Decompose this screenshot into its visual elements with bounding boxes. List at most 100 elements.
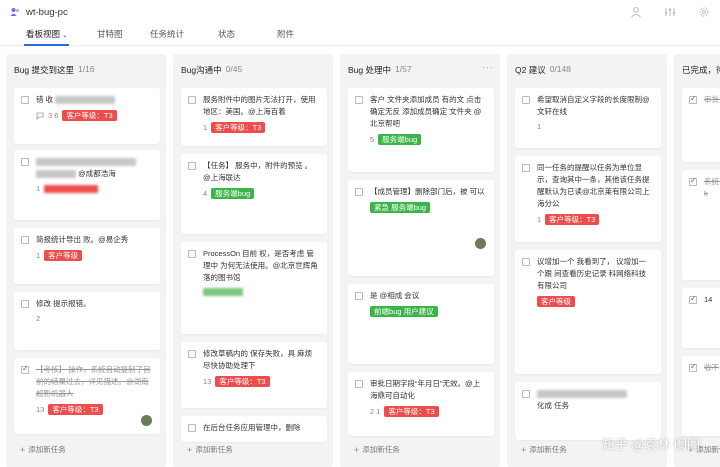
project-name[interactable]: wt-bug-pc bbox=[26, 7, 68, 18]
task-checkbox[interactable] bbox=[355, 96, 363, 104]
task-card[interactable]: 在后台任务应用管理中，删除 bbox=[181, 416, 327, 442]
task-meta: 1 bbox=[36, 184, 41, 193]
task-title: 审批 子 bbox=[704, 95, 720, 104]
task-checkbox[interactable] bbox=[21, 96, 29, 104]
tab-status[interactable]: 状态 bbox=[218, 28, 235, 46]
task-meta: 3 6 bbox=[48, 111, 59, 120]
task-card[interactable]: 14 bbox=[682, 288, 720, 348]
task-card[interactable]: @成都浩海 1 bbox=[14, 150, 160, 220]
task-checkbox[interactable] bbox=[689, 94, 697, 104]
task-checkbox[interactable] bbox=[689, 176, 697, 186]
task-title: ProcessOn 目前 权，是否考虑 管理中 为何无法使用。@北京世辉角落的图… bbox=[203, 249, 318, 282]
task-card[interactable]: 同一任务的提醒以任务为单位显示，查询其中一条，其他该任务提醒默认为已读@北京莱有… bbox=[515, 156, 661, 242]
task-title: @成都浩海 bbox=[78, 169, 116, 178]
column-title: Q2 建议 bbox=[515, 65, 546, 75]
task-meta: 1 bbox=[203, 123, 208, 132]
tab-statistics[interactable]: 任务统计 bbox=[150, 28, 184, 46]
task-checkbox[interactable] bbox=[689, 362, 697, 372]
task-card[interactable]: 希望取消自定义字段的长度限制@文轩在线 1 bbox=[515, 88, 661, 148]
avatar[interactable] bbox=[475, 238, 486, 249]
task-checkbox[interactable] bbox=[522, 258, 530, 266]
task-title: 错 收 bbox=[36, 95, 54, 104]
tab-attachments[interactable]: 附件 bbox=[277, 28, 294, 46]
task-card[interactable]: 系统 work bbox=[682, 170, 720, 280]
task-title: 在后台任务应用管理中，删除 bbox=[203, 423, 301, 432]
priority-tag: 客户等级：T3 bbox=[62, 110, 117, 121]
task-card[interactable]: 是 @相成 会议 前端bug 用户建议 bbox=[348, 284, 494, 364]
task-card[interactable]: 【成员管理】删除部门后，被 可以 紧急 服务端bug bbox=[348, 180, 494, 276]
task-checkbox[interactable] bbox=[355, 380, 363, 388]
avatar[interactable] bbox=[141, 415, 152, 426]
priority-tag: 客户等级：T3 bbox=[48, 404, 103, 415]
task-card[interactable]: 议增加一个 我看到了， 议增加一个跟 间查看历史记录 科网络科技有限公司 客户等… bbox=[515, 250, 661, 374]
comment-icon bbox=[36, 112, 44, 120]
task-checkbox[interactable] bbox=[188, 162, 196, 170]
task-checkbox[interactable] bbox=[188, 96, 196, 104]
task-checkbox[interactable] bbox=[689, 294, 697, 304]
task-card[interactable]: 服务附件中的图片无法打开，使用地区：美国。@上海百着 1 客户等级：T3 bbox=[181, 88, 327, 146]
task-card[interactable]: 修改 提示报错。 2 bbox=[14, 292, 160, 350]
column-title: Bug 处理中 bbox=[348, 65, 391, 75]
column-bug-submit: Bug 提交到这里 1/16 错 收 3 6 客户等级：T3 @成都浩海 1 简报统… bbox=[6, 54, 166, 467]
task-card[interactable]: 简报统计导出 败。@易企秀 1 客户等级 bbox=[14, 228, 160, 284]
column-title: Bug沟通中 bbox=[181, 65, 222, 75]
task-checkbox[interactable] bbox=[355, 292, 363, 300]
task-title: 审批日期字段“年月日”无效。@上海鼎可自动化 bbox=[370, 379, 481, 400]
column-count: 1/16 bbox=[78, 64, 95, 74]
task-title: 修改草稿内的 保存失败，具 麻烦尽快协助处理下 bbox=[203, 349, 313, 370]
filter-icon[interactable] bbox=[664, 6, 676, 18]
task-title: 【任务】 服务中，附件的预览 。@上海联达 bbox=[203, 161, 313, 182]
task-checkbox[interactable] bbox=[522, 96, 530, 104]
task-card[interactable]: 化成 任务 bbox=[515, 382, 661, 440]
category-tag: 服务端bug bbox=[211, 188, 255, 199]
plus-icon: + bbox=[187, 444, 193, 455]
task-card[interactable]: 审批日期字段“年月日”无效。@上海鼎可自动化 2 1 客户等级：T3 bbox=[348, 372, 494, 436]
task-checkbox[interactable] bbox=[188, 424, 196, 432]
task-card[interactable]: 收不 bbox=[682, 356, 720, 436]
user-icon[interactable] bbox=[630, 6, 642, 18]
task-checkbox[interactable] bbox=[21, 300, 29, 308]
plus-icon: + bbox=[354, 444, 360, 455]
add-task-button[interactable]: +添加新任务 bbox=[20, 444, 66, 455]
task-title: 客户 文件夹添加成员 有的文 点击确定无反 添加成员确定 文件夹 @北京帮吧 bbox=[370, 95, 482, 128]
kanban-board: Bug 提交到这里 1/16 错 收 3 6 客户等级：T3 @成都浩海 1 简报统… bbox=[0, 54, 720, 467]
task-checkbox[interactable] bbox=[21, 158, 29, 166]
task-checkbox[interactable] bbox=[522, 390, 530, 398]
task-card[interactable]: 【任务】 服务中，附件的预览 。@上海联达 4 服务端bug bbox=[181, 154, 327, 234]
task-meta: 13 bbox=[203, 377, 212, 386]
add-task-button[interactable]: +添加新任务 bbox=[187, 444, 233, 455]
task-checkbox[interactable] bbox=[355, 188, 363, 196]
view-tabs: 看板视图 ⌄ 甘特图 任务统计 状态 附件 bbox=[0, 24, 720, 46]
task-title: 服务附件中的图片无法打开，使用地区：美国。@上海百着 bbox=[203, 95, 316, 116]
task-title: 修改 提示报错。 bbox=[36, 299, 91, 308]
tab-kanban[interactable]: 看板视图 ⌄ bbox=[23, 28, 70, 46]
priority-tag: 客户等级：T3 bbox=[545, 214, 600, 225]
column-count: 0/45 bbox=[225, 64, 243, 74]
task-meta: 13 bbox=[36, 405, 45, 414]
task-checkbox[interactable] bbox=[188, 350, 196, 358]
task-meta: 2 1 bbox=[370, 407, 381, 416]
task-card[interactable]: 审批 子 bbox=[682, 88, 720, 162]
task-card[interactable]: 错 收 3 6 客户等级：T3 bbox=[14, 88, 160, 144]
add-task-button[interactable]: +添加新任务 bbox=[354, 444, 400, 455]
task-checkbox[interactable] bbox=[21, 236, 29, 244]
column-done: 已完成，待 审批 子 系统 work 14 收不 +添加新任务 bbox=[674, 54, 720, 467]
more-icon[interactable]: ··· bbox=[482, 62, 494, 72]
add-task-button[interactable]: +添加新任务 bbox=[521, 444, 567, 455]
project-icon bbox=[10, 8, 19, 16]
column-title: 已完成，待 bbox=[682, 65, 720, 75]
task-checkbox[interactable] bbox=[21, 364, 29, 374]
top-bar: wt-bug-pc bbox=[0, 0, 720, 24]
task-card[interactable]: 修改草稿内的 保存失败，具 麻烦尽快协助处理下 13 客户等级：T3 bbox=[181, 342, 327, 408]
settings-icon[interactable] bbox=[698, 6, 710, 18]
task-title: 希望取消自定义字段的长度限制@文轩在线 bbox=[537, 95, 650, 116]
task-card[interactable]: 【考核】 操作，系统自动复制了目前的结果过去，详见描述。@湖南超影机器人 13客… bbox=[14, 358, 160, 434]
category-tag: 前端bug 用户建议 bbox=[370, 306, 438, 317]
task-checkbox[interactable] bbox=[522, 164, 530, 172]
column-bug-processing: Bug 处理中 1/57 ··· 客户 文件夹添加成员 有的文 点击确定无反 添加… bbox=[340, 54, 500, 467]
task-card[interactable]: 客户 文件夹添加成员 有的文 点击确定无反 添加成员确定 文件夹 @北京帮吧 5… bbox=[348, 88, 494, 172]
tab-gantt[interactable]: 甘特图 bbox=[97, 28, 123, 46]
task-checkbox[interactable] bbox=[188, 250, 196, 258]
priority-tag: 客户等级：T3 bbox=[215, 376, 270, 387]
task-card[interactable]: ProcessOn 目前 权，是否考虑 管理中 为何无法使用。@北京世辉角落的图… bbox=[181, 242, 327, 334]
